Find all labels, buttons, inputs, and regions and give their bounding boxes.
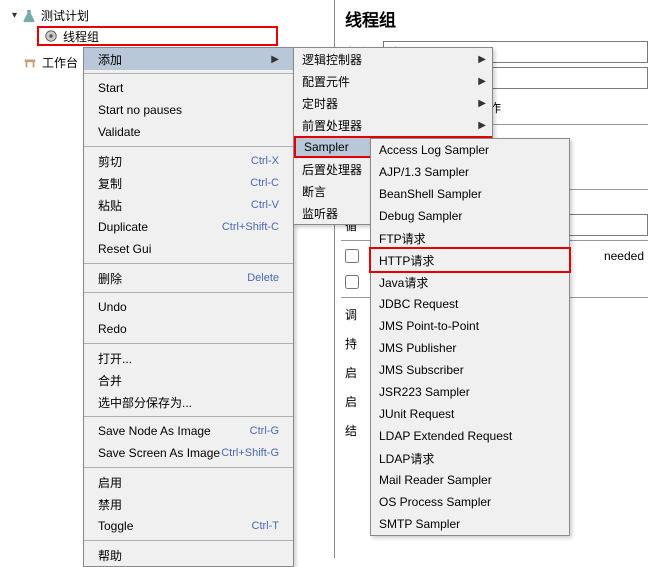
menu-open[interactable]: 打开... [84, 347, 293, 369]
submenu-pre-processor[interactable]: 前置处理器▶ [294, 114, 492, 136]
submenu-timer[interactable]: 定时器▶ [294, 92, 492, 114]
menu-disable[interactable]: 禁用 [84, 493, 293, 515]
menu-copy[interactable]: 复制Ctrl-C [84, 172, 293, 194]
chevron-right-icon: ▶ [478, 120, 486, 131]
sampler-item[interactable]: Mail Reader Sampler [371, 469, 569, 491]
sampler-item[interactable]: JUnit Request [371, 403, 569, 425]
menu-cut[interactable]: 剪切Ctrl-X [84, 150, 293, 172]
context-menu: 添加 ▶ Start Start no pauses Validate 剪切Ct… [83, 47, 294, 567]
menu-toggle[interactable]: ToggleCtrl-T [84, 515, 293, 537]
sampler-item[interactable]: Java请求 [371, 271, 569, 293]
collapse-icon[interactable]: ▾ [12, 10, 17, 21]
chevron-right-icon: ▶ [478, 76, 486, 87]
sampler-item[interactable]: JDBC Request [371, 293, 569, 315]
menu-merge[interactable]: 合并 [84, 369, 293, 391]
menu-redo[interactable]: Redo [84, 318, 293, 340]
menu-undo[interactable]: Undo [84, 296, 293, 318]
menu-start-no-pauses[interactable]: Start no pauses [84, 99, 293, 121]
sampler-item[interactable]: SMTP Sampler [371, 513, 569, 535]
needed-label: needed [604, 249, 644, 263]
menu-enable[interactable]: 启用 [84, 471, 293, 493]
sampler-item[interactable]: OS Process Sampler [371, 491, 569, 513]
sampler-item[interactable]: LDAP Extended Request [371, 425, 569, 447]
scheduler-checkbox[interactable] [345, 275, 359, 289]
tree-node-threadgroup[interactable]: 线程组 [37, 26, 278, 46]
menu-duplicate[interactable]: DuplicateCtrl+Shift-C [84, 216, 293, 238]
menu-add[interactable]: 添加 ▶ [84, 48, 293, 70]
sampler-item[interactable]: FTP请求 [371, 227, 569, 249]
menu-start[interactable]: Start [84, 77, 293, 99]
workbench-icon [22, 55, 38, 71]
menu-reset-gui[interactable]: Reset Gui [84, 238, 293, 260]
menu-paste[interactable]: 粘贴Ctrl-V [84, 194, 293, 216]
threadgroup-icon [43, 28, 59, 44]
sampler-item[interactable]: JSR223 Sampler [371, 381, 569, 403]
chevron-right-icon: ▶ [271, 54, 279, 65]
menu-save-node-image[interactable]: Save Node As ImageCtrl-G [84, 420, 293, 442]
sampler-item[interactable]: Debug Sampler [371, 205, 569, 227]
menu-help[interactable]: 帮助 [84, 544, 293, 566]
menu-validate[interactable]: Validate [84, 121, 293, 143]
tree-label: 测试计划 [41, 7, 89, 24]
submenu-config-element[interactable]: 配置元件▶ [294, 70, 492, 92]
testplan-icon [21, 8, 37, 24]
menu-save-screen-image[interactable]: Save Screen As ImageCtrl+Shift-G [84, 442, 293, 464]
sampler-item[interactable]: AJP/1.3 Sampler [371, 161, 569, 183]
menu-delete[interactable]: 删除Delete [84, 267, 293, 289]
tree-label: 线程组 [63, 28, 99, 45]
sampler-item[interactable]: HTTP请求 [371, 249, 569, 271]
delay-checkbox[interactable] [345, 249, 359, 263]
sampler-item[interactable]: JMS Publisher [371, 337, 569, 359]
submenu-logic-controller[interactable]: 逻辑控制器▶ [294, 48, 492, 70]
tree-node-testplan[interactable]: ▾ 测试计划 [8, 5, 334, 26]
sampler-submenu: Access Log SamplerAJP/1.3 SamplerBeanShe… [370, 138, 570, 536]
sampler-item[interactable]: BeanShell Sampler [371, 183, 569, 205]
sampler-item[interactable]: JMS Subscriber [371, 359, 569, 381]
tree-label: 工作台 [42, 54, 78, 71]
chevron-right-icon: ▶ [478, 98, 486, 109]
menu-save-selection[interactable]: 选中部分保存为... [84, 391, 293, 413]
page-title: 线程组 [341, 2, 648, 37]
sampler-item[interactable]: Access Log Sampler [371, 139, 569, 161]
chevron-right-icon: ▶ [478, 54, 486, 65]
sampler-item[interactable]: LDAP请求 [371, 447, 569, 469]
sampler-item[interactable]: JMS Point-to-Point [371, 315, 569, 337]
